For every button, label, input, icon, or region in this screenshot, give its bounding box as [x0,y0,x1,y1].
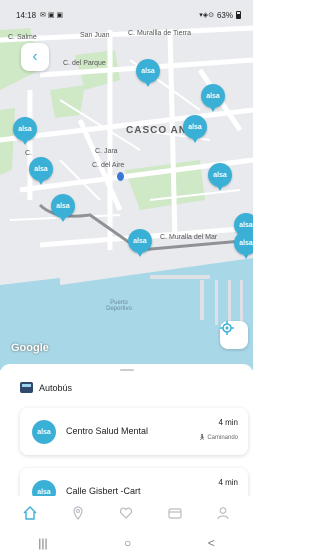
heart-icon [120,507,133,519]
street-label: C. Muralla del Mar [160,234,218,241]
bus-icon [20,382,33,393]
battery-icon [236,11,241,19]
notification-icons: ✉ ▣ ▣ [40,12,64,19]
travel-mode: 🚶︎ Caminando [198,434,238,441]
stop-name: Centro Salud Mental [66,426,149,436]
bus-stop-pin[interactable]: alsa [29,157,53,185]
google-attribution: Google [11,342,49,354]
tab-bar [0,496,253,529]
alsa-logo: alsa [32,420,56,444]
stop-name: Calle Gisbert -Cart [66,486,141,496]
sheet-drag-handle[interactable] [120,369,134,371]
screen: C. Salme San Juan C. Murallla de Tierra … [0,0,253,557]
travel-mode-label: Caminando [207,435,238,441]
battery-level: 63% [216,10,233,20]
tab-tickets[interactable] [164,502,186,524]
back-button[interactable]: ‹ [21,43,49,71]
bus-stop-card[interactable]: alsa Centro Salud Mental 4 min 🚶︎ Camina… [20,408,248,455]
home-icon [23,505,37,520]
recent-apps-button[interactable]: ||| [38,536,47,550]
home-button[interactable]: ○ [124,536,131,550]
street-label: C. Murallla de Tierra [128,30,192,37]
bus-stop-pin[interactable]: alsa [128,229,152,257]
street-label: C. Salme [8,34,37,41]
crosshair-icon [220,321,234,335]
street-label: C. del Parque [63,60,106,67]
user-icon [217,506,229,519]
back-nav-button[interactable]: < [208,536,215,550]
walk-time: 4 min [218,478,238,487]
map-pin-icon [73,505,83,520]
street-label: C. [25,150,32,157]
bus-stop-pin[interactable]: alsa [201,84,225,112]
walking-icon: 🚶︎ [198,435,206,441]
tab-profile[interactable] [212,502,234,524]
user-location-icon [117,172,124,181]
chevron-left-icon: ‹ [32,48,38,65]
card-icon [168,507,182,519]
signal-icon: ▾◈⊙ [199,12,214,19]
map-view[interactable]: C. Salme San Juan C. Murallla de Tierra … [0,0,253,370]
status-bar: 14:18 ✉ ▣ ▣ ▾◈⊙ 63% [0,0,253,30]
bus-stop-pin[interactable]: alsa [136,59,160,87]
locate-me-button[interactable] [220,321,248,349]
bus-stop-pin[interactable]: alsa [51,194,75,222]
section-header: Autobús [20,382,72,393]
tab-favorites[interactable] [115,502,137,524]
tab-home[interactable] [19,502,41,524]
walk-time: 4 min [218,418,238,427]
tab-map[interactable] [67,502,89,524]
bus-stop-pin[interactable]: alsa [13,117,37,145]
bus-stop-pin[interactable]: alsa [208,163,232,191]
clock: 14:18 [16,10,37,20]
bottom-sheet: Autobús alsa Centro Salud Mental 4 min 🚶… [0,364,253,515]
street-label: C. Jara [95,148,118,155]
section-title: Autobús [39,382,73,393]
bus-stop-pin[interactable]: alsa [234,231,253,259]
port-label: Puerto Deportivo [106,300,132,312]
street-label: San Juan [80,32,110,39]
bus-stop-pin[interactable]: alsa [183,115,207,143]
system-nav-bar: ||| ○ < [0,529,253,557]
street-label: C. del Aire [92,162,125,169]
